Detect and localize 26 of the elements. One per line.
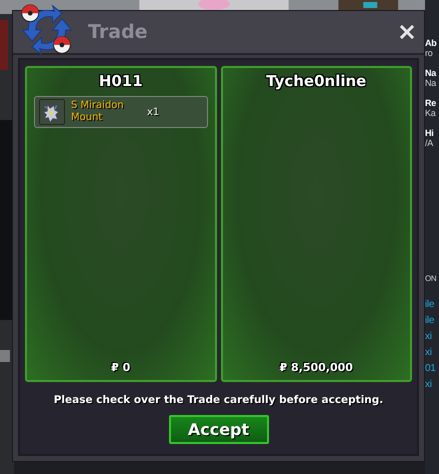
field-label: Ab xyxy=(425,38,438,48)
field-label: Na xyxy=(425,68,438,78)
field-label: Hi xyxy=(425,128,434,138)
window-title: Trade xyxy=(88,21,148,43)
trader-name: Tyche0nline xyxy=(265,72,368,90)
item-name: S Miraidon Mount xyxy=(71,100,125,124)
list-link[interactable]: xi xyxy=(425,331,439,342)
field-value: ro xyxy=(425,48,434,58)
close-icon[interactable] xyxy=(400,25,414,39)
list-link[interactable]: 01 xyxy=(425,363,439,374)
item-quantity: x1 xyxy=(147,106,160,118)
item-slot[interactable]: S Miraidon Mount x1 xyxy=(34,96,208,128)
section-header: ON xyxy=(425,274,438,283)
list-link[interactable]: xi xyxy=(425,347,439,358)
money-amount: ₽ 0 xyxy=(110,361,132,374)
field-value: Ka xyxy=(425,108,437,118)
notice-text: Please check over the Trade carefully before accepting. xyxy=(54,394,384,406)
trader-name: H011 xyxy=(98,72,144,90)
accept-button[interactable]: Accept xyxy=(168,415,268,444)
field-label: Re xyxy=(425,98,437,108)
money-amount: ₽ 8,500,000 xyxy=(278,361,354,374)
field-value: Na xyxy=(425,78,438,88)
list-link[interactable]: xi xyxy=(425,379,439,390)
list-link[interactable]: ile xyxy=(425,299,439,310)
field-value: /A xyxy=(425,138,434,148)
list-link[interactable]: ile xyxy=(425,315,439,326)
